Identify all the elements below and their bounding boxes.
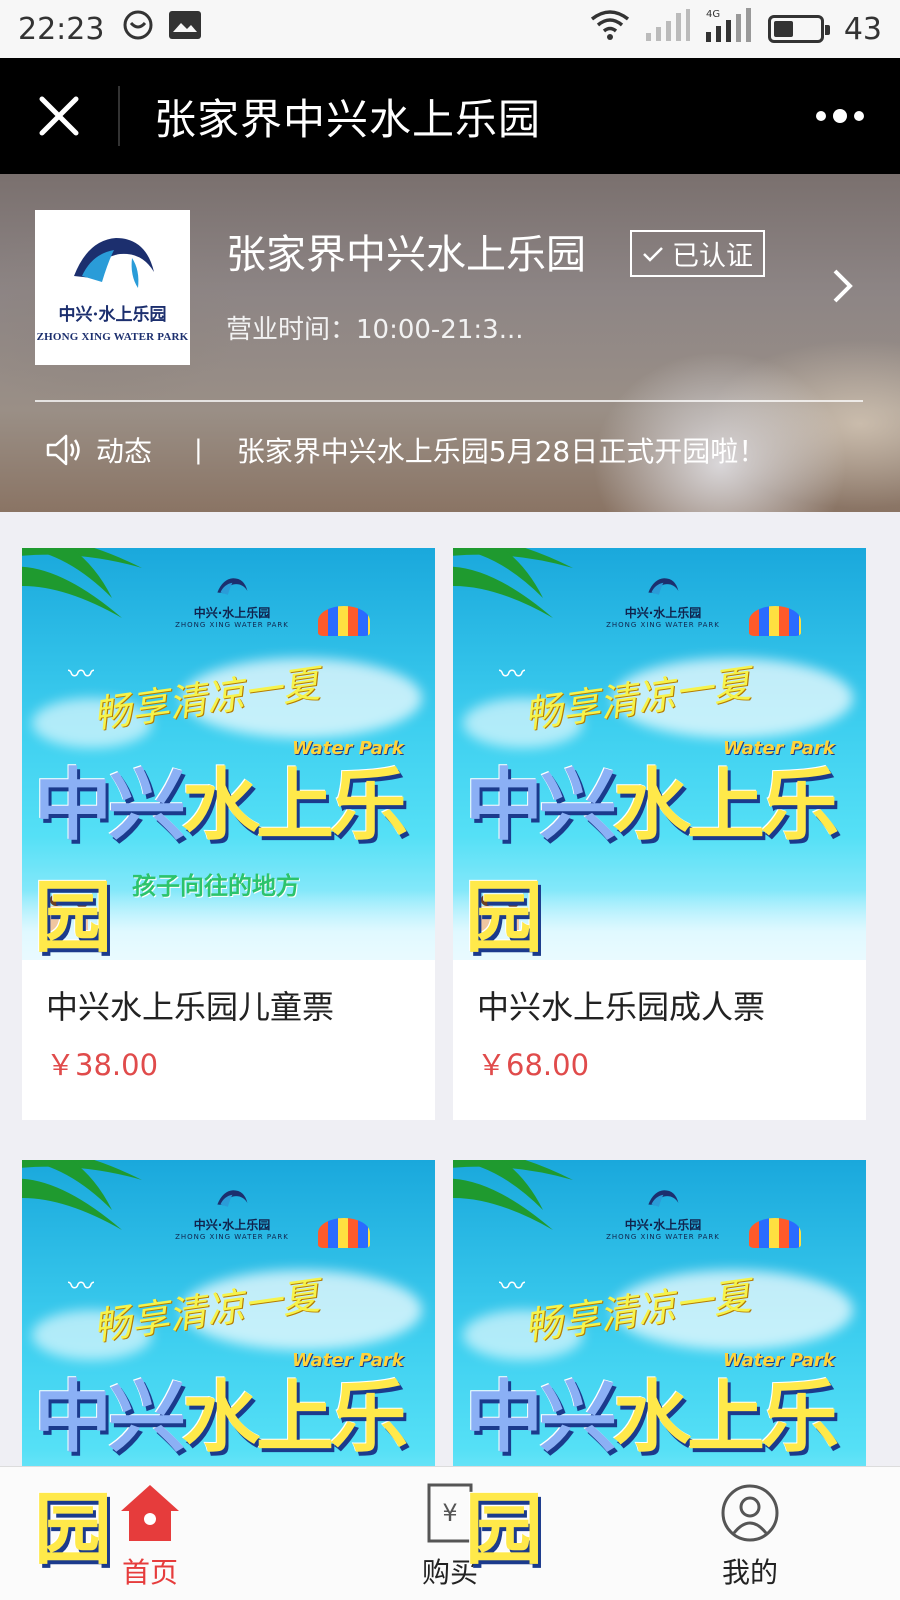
battery-icon [767,15,830,43]
product-card[interactable]: 〰 中兴·水上乐园 ZHONG XING WATER PARK 畅享清凉一夏 W… [22,548,435,1120]
palm-tree-image [453,548,573,618]
product-price: ￥68.00 [477,1048,590,1082]
wave-logo-icon [73,238,154,288]
page-title: 张家界中兴水上乐园 [154,94,542,144]
shop-header[interactable]: 中兴·水上乐园 ZHONG XING WATER PARK 张家界中兴水上乐园 … [0,174,900,512]
business-hours: 营业时间：10:00-21:3... [226,315,524,345]
palm-tree-image [22,1160,142,1230]
poster-logo-cn: 中兴·水上乐园 [193,1218,271,1232]
poster-slogan: 畅享清凉一夏 [90,661,323,737]
poster-logo-cn: 中兴·水上乐园 [624,606,702,620]
poster-title: 中兴水上乐园 [34,1355,435,1572]
palm-tree-image [453,1160,573,1230]
poster-logo-en: ZHONG XING WATER PARK [175,1233,289,1241]
image-notification-icon [168,10,202,48]
umbrella-image [318,606,370,636]
poster-title: 中兴水上乐园 [465,743,866,960]
poster-logo-en: ZHONG XING WATER PARK [175,621,289,629]
palm-tree-image [22,548,142,618]
poster-logo-cn: 中兴·水上乐园 [624,1218,702,1232]
product-card[interactable]: 〰 中兴·水上乐园 ZHONG XING WATER PARK 畅享清凉一夏 W… [453,1160,866,1572]
poster-title-a: 中兴 [465,761,617,851]
navigation-bar: 张家界中兴水上乐园 [0,58,900,174]
product-name: 中兴水上乐园成人票 [477,988,766,1026]
product-card[interactable]: 〰 中兴·水上乐园 ZHONG XING WATER PARK 畅享清凉一夏 W… [22,1160,435,1572]
signal-empty-icon [644,9,690,49]
divider [35,400,863,402]
news-text: 张家界中兴水上乐园5月28日正式开园啦！ [236,435,767,468]
signal-4g-icon: 4G [704,8,754,50]
wave-logo-icon [648,1190,679,1207]
more-icon [816,109,864,123]
app-notification-icon [122,9,154,49]
poster-title-a: 中兴 [465,1373,617,1463]
poster-subtitle: 孩子向往的地方 [132,872,300,900]
poster-logo-en: ZHONG XING WATER PARK [606,1233,720,1241]
wifi-icon [590,9,630,49]
close-icon [39,96,79,136]
status-bar: 22:23 4G 43 [0,0,900,58]
product-price: ￥38.00 [46,1048,159,1082]
poster-title-a: 中兴 [34,761,186,851]
poster-slogan: 畅享清凉一夏 [521,1273,754,1349]
product-image: 〰 中兴·水上乐园 ZHONG XING WATER PARK 畅享清凉一夏 W… [22,1160,435,1572]
more-button[interactable] [780,109,900,123]
product-name: 中兴水上乐园儿童票 [46,988,335,1026]
poster-slogan: 畅享清凉一夏 [90,1273,323,1349]
shop-name: 张家界中兴水上乐园 [226,232,586,278]
umbrella-image [749,1218,801,1248]
poster-slogan: 畅享清凉一夏 [521,661,754,737]
wave-logo-icon [217,578,248,595]
wave-logo-icon [648,578,679,595]
chevron-right-icon[interactable] [832,268,854,308]
product-image: 〰 中兴·水上乐园 ZHONG XING WATER PARK 畅享清凉一夏 W… [22,548,435,960]
poster-logo: 中兴·水上乐园 ZHONG XING WATER PARK [603,576,723,629]
poster-title: 中兴水上乐园 [34,743,435,960]
poster-logo-cn: 中兴·水上乐园 [193,606,271,620]
close-button[interactable] [0,86,120,146]
shop-logo: 中兴·水上乐园 ZHONG XING WATER PARK [35,210,190,365]
news-separator: | [194,435,203,465]
poster-logo: 中兴·水上乐园 ZHONG XING WATER PARK [603,1188,723,1241]
speaker-icon [46,434,80,466]
verified-label: 已认证 [672,241,753,272]
status-time: 22:23 [18,11,105,47]
product-image: 〰 中兴·水上乐园 ZHONG XING WATER PARK 畅享清凉一夏 W… [453,1160,866,1572]
check-icon [643,246,663,262]
poster-title-a: 中兴 [34,1373,186,1463]
news-ticker[interactable]: 动态 | 张家界中兴水上乐园5月28日正式开园啦！ [44,430,766,470]
poster-logo: 中兴·水上乐园 ZHONG XING WATER PARK [172,1188,292,1241]
product-card[interactable]: 〰 中兴·水上乐园 ZHONG XING WATER PARK 畅享清凉一夏 W… [453,548,866,1120]
logo-cn-text: 中兴·水上乐园 [58,305,167,325]
poster-logo-en: ZHONG XING WATER PARK [606,621,720,629]
svg-text:¥: ¥ [442,1499,457,1527]
svg-text:4G: 4G [706,9,720,20]
product-image: 〰 中兴·水上乐园 ZHONG XING WATER PARK 畅享清凉一夏 W… [453,548,866,960]
battery-percentage: 43 [843,11,882,47]
poster-logo: 中兴·水上乐园 ZHONG XING WATER PARK [172,576,292,629]
news-label: 动态 [96,435,153,468]
wave-logo-icon [217,1190,248,1207]
umbrella-image [749,606,801,636]
umbrella-image [318,1218,370,1248]
logo-en-text: ZHONG XING WATER PARK [36,331,189,343]
verified-badge: 已认证 [630,230,765,277]
poster-title: 中兴水上乐园 [465,1355,866,1572]
